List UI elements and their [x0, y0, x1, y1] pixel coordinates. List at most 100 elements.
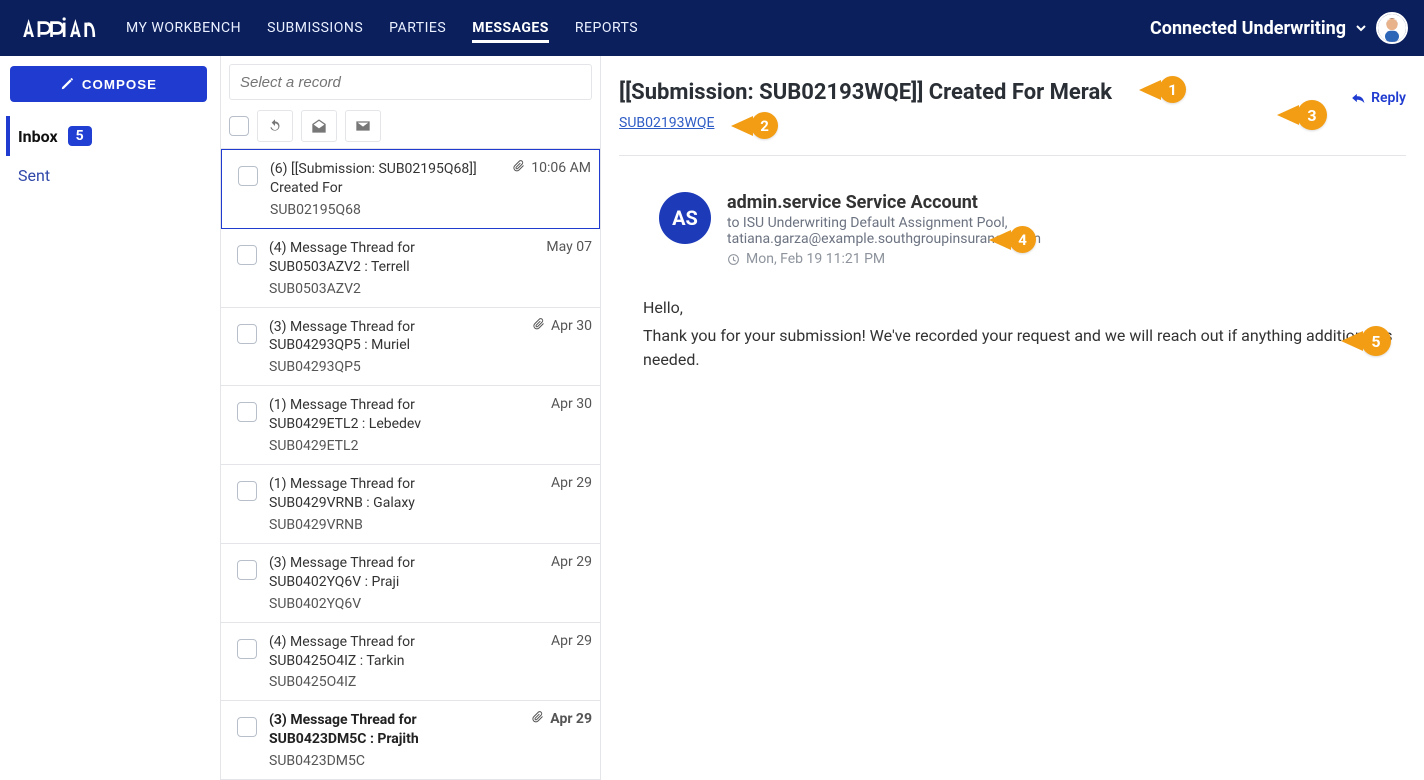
callout-2: 2	[751, 112, 778, 139]
list-item[interactable]: (1) Message Thread for SUB0429VRNB : Gal…	[221, 465, 600, 544]
sender-name: admin.service Service Account	[727, 192, 1041, 213]
sidebar: COMPOSE Inbox 5 Sent	[0, 56, 220, 780]
item-sub: SUB0402YQ6V	[269, 596, 504, 612]
row-checkbox[interactable]	[237, 324, 257, 344]
row-checkbox[interactable]	[237, 560, 257, 580]
folder-inbox-label: Inbox	[18, 127, 58, 146]
item-sub: SUB04293QP5	[269, 359, 504, 375]
item-time: Apr 29	[551, 475, 592, 491]
item-sub: SUB0423DM5C	[269, 753, 504, 769]
item-time: Apr 29	[551, 554, 592, 570]
item-time: Apr 30	[551, 318, 592, 334]
item-time: Apr 30	[551, 396, 592, 412]
row-checkbox[interactable]	[237, 481, 257, 501]
brand-logo-icon	[16, 14, 106, 42]
envelope-icon	[355, 118, 371, 134]
row-checkbox[interactable]	[237, 717, 257, 737]
sender-time-text: Mon, Feb 19 11:21 PM	[746, 251, 885, 267]
item-time: May 07	[546, 239, 592, 255]
list-item[interactable]: (4) Message Thread for SUB0425O4IZ : Tar…	[221, 623, 600, 702]
reply-button[interactable]: Reply	[1351, 90, 1406, 106]
row-checkbox[interactable]	[238, 166, 258, 186]
reply-label: Reply	[1371, 90, 1406, 106]
item-subject: (3) Message Thread for SUB0402YQ6V : Pra…	[269, 554, 504, 592]
search-input[interactable]	[229, 64, 592, 100]
item-sub: SUB0425O4IZ	[269, 674, 504, 690]
message-body: Hello, Thank you for your submission! We…	[643, 296, 1403, 372]
folders: Inbox 5 Sent	[10, 116, 210, 195]
sender-email: tatiana.garza@example.southgroupinsuranc…	[727, 231, 1041, 247]
nav-reports[interactable]: REPORTS	[575, 14, 638, 42]
nav-submissions[interactable]: SUBMISSIONS	[267, 14, 363, 42]
sender-block: admin.service Service Account to ISU Und…	[727, 192, 1041, 270]
message-line: Thank you for your submission! We've rec…	[643, 324, 1403, 372]
message-list: (6) [[Submission: SUB02195Q68]] Created …	[220, 56, 600, 780]
item-subject: (3) Message Thread for SUB0423DM5C : Pra…	[269, 711, 504, 749]
folder-sent[interactable]: Sent	[10, 156, 210, 195]
envelope-open-icon	[311, 118, 327, 134]
list-item[interactable]: (1) Message Thread for SUB0429ETL2 : Leb…	[221, 386, 600, 465]
item-subject: (1) Message Thread for SUB0429VRNB : Gal…	[269, 475, 504, 513]
item-subject: (1) Message Thread for SUB0429ETL2 : Leb…	[269, 396, 504, 434]
folder-inbox[interactable]: Inbox 5	[6, 116, 210, 156]
list-item[interactable]: (6) [[Submission: SUB02195Q68]] Created …	[221, 149, 600, 229]
user-avatar[interactable]	[1376, 12, 1408, 44]
item-subject: (3) Message Thread for SUB04293QP5 : Mur…	[269, 318, 504, 356]
message: AS admin.service Service Account to ISU …	[619, 156, 1406, 270]
main: COMPOSE Inbox 5 Sent	[0, 56, 1424, 660]
callout-number: 2	[751, 112, 778, 139]
nav-my-workbench[interactable]: MY WORKBENCH	[126, 14, 241, 42]
sender-time: Mon, Feb 19 11:21 PM	[727, 251, 885, 267]
top-nav: MY WORKBENCH SUBMISSIONS PARTIES MESSAGE…	[126, 0, 638, 56]
sender-avatar: AS	[659, 192, 711, 244]
row-checkbox[interactable]	[237, 639, 257, 659]
select-all-checkbox[interactable]	[229, 116, 249, 136]
mark-unread-button[interactable]	[345, 110, 381, 142]
item-sub: SUB0503AZV2	[269, 281, 504, 297]
compose-label: COMPOSE	[82, 77, 157, 92]
item-time: 10:06 AM	[531, 160, 591, 176]
folder-sent-label: Sent	[18, 166, 50, 185]
list-items: (6) [[Submission: SUB02195Q68]] Created …	[221, 148, 600, 780]
topbar: appian MY WORKBENCH SUBMISSIONS PARTIES …	[0, 0, 1424, 56]
message-line: Hello,	[643, 296, 1403, 320]
list-item[interactable]: (3) Message Thread for SUB0402YQ6V : Pra…	[221, 544, 600, 623]
inbox-count-badge: 5	[68, 126, 92, 146]
item-time: Apr 29	[551, 633, 592, 649]
item-sub: SUB0429VRNB	[269, 517, 504, 533]
workspace-name: Connected Underwriting	[1150, 18, 1346, 39]
compose-button[interactable]: COMPOSE	[10, 66, 207, 102]
list-item[interactable]: (3) Message Thread for SUB04293QP5 : Mur…	[221, 308, 600, 387]
pencil-icon	[60, 77, 74, 91]
item-time: Apr 29	[550, 711, 592, 727]
workspace-switcher[interactable]: Connected Underwriting	[1150, 12, 1408, 44]
brand[interactable]: appian	[16, 14, 106, 42]
item-sub: SUB0429ETL2	[269, 438, 504, 454]
list-item[interactable]: (3) Message Thread for SUB0423DM5C : Pra…	[221, 701, 600, 780]
item-subject: (4) Message Thread for SUB0425O4IZ : Tar…	[269, 633, 504, 671]
callout-3: 3	[1297, 100, 1327, 130]
detail-header: [[Submission: SUB02193WQE]] Created For …	[619, 62, 1406, 156]
list-item[interactable]: (4) Message Thread for SUB0503AZV2 : Ter…	[221, 229, 600, 308]
nav-messages[interactable]: MESSAGES	[472, 14, 549, 43]
clock-icon	[727, 253, 740, 266]
list-toolbar	[221, 56, 600, 148]
row-checkbox[interactable]	[237, 402, 257, 422]
paperclip-icon	[533, 318, 545, 334]
message-subject: [[Submission: SUB02193WQE]] Created For …	[619, 80, 1406, 105]
item-subject: (6) [[Submission: SUB02195Q68]] Created …	[270, 160, 503, 198]
callout-number: 3	[1297, 100, 1327, 130]
refresh-icon	[267, 118, 283, 134]
item-sub: SUB02195Q68	[270, 202, 503, 218]
nav-parties[interactable]: PARTIES	[389, 14, 446, 42]
sender-to: to ISU Underwriting Default Assignment P…	[727, 215, 1041, 231]
row-checkbox[interactable]	[237, 245, 257, 265]
item-subject: (4) Message Thread for SUB0503AZV2 : Ter…	[269, 239, 504, 277]
reply-icon	[1351, 91, 1365, 105]
paperclip-icon	[513, 160, 525, 176]
detail-pane: [[Submission: SUB02193WQE]] Created For …	[600, 56, 1424, 780]
chevron-down-icon	[1356, 23, 1366, 33]
submission-link[interactable]: SUB02193WQE	[619, 115, 714, 131]
mark-read-button[interactable]	[301, 110, 337, 142]
refresh-button[interactable]	[257, 110, 293, 142]
